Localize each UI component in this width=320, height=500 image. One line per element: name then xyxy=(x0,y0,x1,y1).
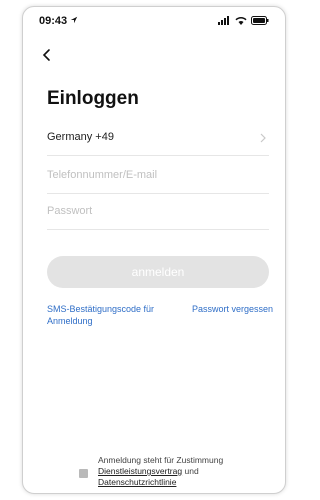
location-arrow-icon xyxy=(71,16,78,24)
agreement-links-line: Dienstleistungsvertrag und xyxy=(98,466,278,477)
phone-email-field[interactable]: Telefonnummer/E-mail xyxy=(47,163,269,194)
agreement-checkbox[interactable] xyxy=(79,469,88,478)
page-title: Einloggen xyxy=(47,88,139,109)
privacy-policy-link[interactable]: Datenschutzrichtlinie xyxy=(98,477,176,487)
status-icons xyxy=(218,16,269,25)
chevron-right-icon xyxy=(260,133,266,143)
agreement-text-block: Anmeldung steht für Zustimmung Dienstlei… xyxy=(98,455,278,488)
chevron-left-icon xyxy=(42,49,50,61)
status-time: 09:43 xyxy=(39,15,78,27)
service-agreement-link[interactable]: Dienstleistungsvertrag xyxy=(98,466,182,476)
agreement-text: Anmeldung steht für Zustimmung xyxy=(98,455,224,465)
phone-frame: 09:43 Einloggen Germany +49 Telefonnumme… xyxy=(22,6,286,494)
forgot-password-link[interactable]: Passwort vergessen xyxy=(175,303,273,315)
status-bar: 09:43 xyxy=(23,7,285,33)
country-value: Germany +49 xyxy=(47,131,114,143)
password-field[interactable]: Passwort xyxy=(47,199,269,230)
wifi-icon xyxy=(235,16,247,25)
phone-email-placeholder: Telefonnummer/E-mail xyxy=(47,169,158,181)
signal-icon xyxy=(218,16,229,25)
country-selector[interactable]: Germany +49 xyxy=(47,125,269,156)
and-text: und xyxy=(184,466,199,476)
password-placeholder: Passwort xyxy=(47,205,93,217)
back-button[interactable] xyxy=(39,47,55,63)
sms-login-link[interactable]: SMS-Bestätigungscode für Anmeldung xyxy=(47,303,167,327)
battery-icon xyxy=(251,16,269,25)
login-button[interactable]: anmelden xyxy=(47,256,269,288)
